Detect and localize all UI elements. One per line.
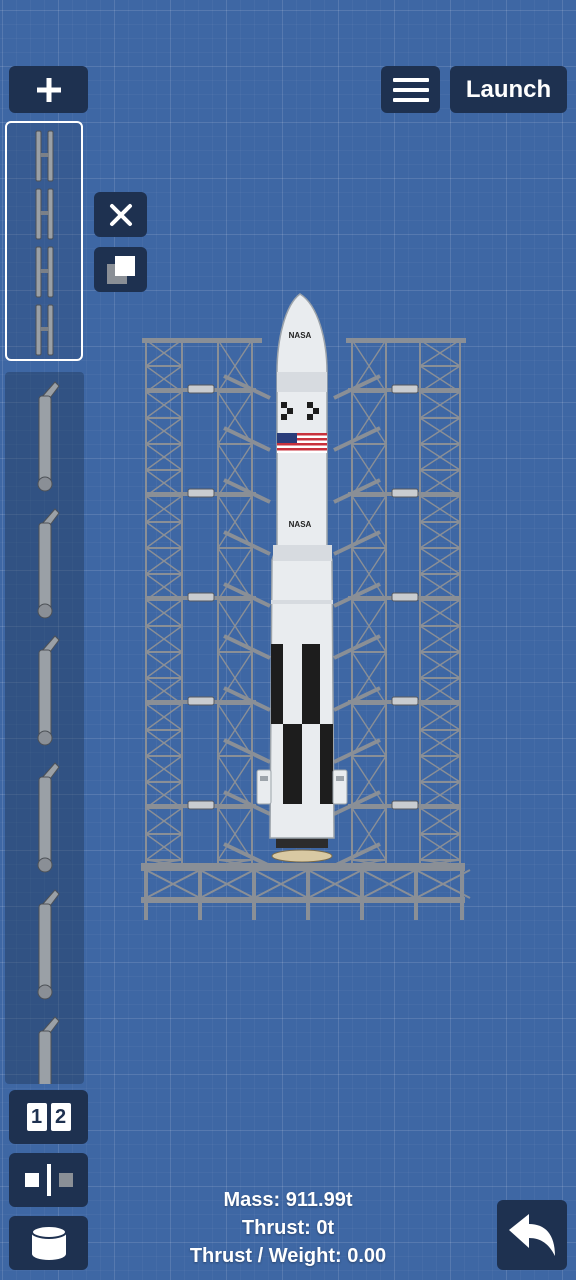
arm-shaft bbox=[38, 903, 52, 991]
tower-top-rail bbox=[346, 338, 466, 343]
plus-icon bbox=[36, 77, 61, 102]
thrust-weight-readout: Thrust / Weight: 0.00 bbox=[189, 1245, 387, 1267]
tower-swing-arm bbox=[223, 426, 271, 452]
symmetry-button[interactable] bbox=[9, 1153, 88, 1207]
tower-column bbox=[419, 339, 461, 866]
tower-segment-crossbar bbox=[40, 153, 49, 157]
tower-swing-arm bbox=[333, 478, 381, 504]
tower-arm-part-icon bbox=[37, 889, 60, 1000]
part-item[interactable] bbox=[29, 503, 63, 623]
tower-column bbox=[351, 339, 387, 866]
tower-arm-part-icon bbox=[38, 1016, 60, 1084]
rib-band bbox=[273, 545, 332, 561]
tower-swing-arm bbox=[333, 374, 381, 400]
tower-clamp bbox=[187, 488, 215, 498]
tower-swing-arm bbox=[223, 634, 271, 660]
add-part-button[interactable] bbox=[9, 66, 88, 113]
tower-arm-part-icon bbox=[37, 635, 60, 746]
hamburger-menu-icon bbox=[392, 77, 429, 102]
arm-shaft bbox=[38, 395, 52, 483]
thrust-readout: Thrust: 0t bbox=[241, 1217, 335, 1239]
tower-swing-arm bbox=[333, 426, 381, 452]
tower-swing-arm bbox=[223, 686, 271, 712]
tower-swing-arm bbox=[333, 530, 381, 556]
symmetry-icon bbox=[24, 1164, 73, 1196]
tower-column bbox=[217, 339, 253, 866]
stage-number-2: 2 bbox=[50, 1103, 71, 1131]
part-item[interactable] bbox=[29, 1011, 63, 1084]
arm-shaft bbox=[38, 522, 52, 610]
tower-column bbox=[145, 339, 183, 866]
undo-icon bbox=[509, 1214, 555, 1256]
tower-clamp bbox=[391, 800, 419, 810]
side-booster-left bbox=[256, 769, 272, 805]
tower-swing-arm bbox=[333, 686, 381, 712]
part-item[interactable] bbox=[29, 376, 63, 496]
tower-segment-crossbar bbox=[40, 327, 49, 331]
clone-part-button[interactable] bbox=[94, 247, 147, 292]
arm-shaft bbox=[38, 649, 52, 737]
tower-clamp bbox=[187, 696, 215, 706]
rib-band bbox=[277, 372, 327, 392]
craft-stats: Mass: 911.99t Thrust: 0t Thrust / Weight… bbox=[150, 1186, 426, 1270]
tower-clamp bbox=[391, 592, 419, 602]
tower-swing-arm bbox=[333, 634, 381, 660]
parts-list[interactable] bbox=[5, 372, 84, 1084]
side-booster-right bbox=[332, 769, 348, 805]
tower-clamp bbox=[187, 800, 215, 810]
stage-numbers-icon: 1 2 bbox=[26, 1103, 71, 1131]
tower-swing-arm bbox=[223, 738, 271, 764]
delete-part-button[interactable] bbox=[94, 192, 147, 237]
us-flag-decal bbox=[277, 433, 327, 453]
close-icon bbox=[109, 203, 132, 226]
launch-tower-segment-icon bbox=[35, 130, 54, 356]
part-item[interactable] bbox=[29, 884, 63, 1004]
clone-icon bbox=[106, 255, 135, 284]
engine-nozzle bbox=[271, 849, 333, 863]
tower-swing-arm bbox=[223, 530, 271, 556]
staging-button[interactable]: 1 2 bbox=[9, 1090, 88, 1144]
tower-top-rail bbox=[142, 338, 262, 343]
tower-swing-arm bbox=[223, 374, 271, 400]
tower-swing-arm bbox=[223, 478, 271, 504]
tower-segment-crossbar bbox=[40, 269, 49, 273]
tower-base bbox=[141, 863, 471, 920]
stage-number-1: 1 bbox=[26, 1103, 47, 1131]
rib-band bbox=[271, 600, 333, 604]
part-item[interactable] bbox=[29, 630, 63, 750]
undo-button[interactable] bbox=[497, 1200, 567, 1270]
tower-clamp bbox=[391, 488, 419, 498]
tower-arm-part-icon bbox=[37, 508, 60, 619]
arm-shaft bbox=[38, 1030, 52, 1084]
fuel-tank-icon bbox=[30, 1225, 67, 1260]
arm-hinge bbox=[37, 476, 53, 492]
part-item[interactable] bbox=[29, 757, 63, 877]
tower-clamp bbox=[391, 696, 419, 706]
nasa-decal-middle: NASA bbox=[289, 520, 312, 529]
mass-readout: Mass: 911.99t bbox=[223, 1189, 353, 1211]
arm-hinge bbox=[37, 984, 53, 1000]
tower-segment-crossbar bbox=[40, 211, 49, 215]
build-canvas[interactable]: NASA NASA bbox=[0, 0, 576, 1280]
arm-hinge bbox=[37, 730, 53, 746]
tower-clamp bbox=[187, 592, 215, 602]
tower-swing-arm bbox=[333, 738, 381, 764]
tower-clamp bbox=[187, 384, 215, 394]
tower-swing-arm bbox=[333, 582, 381, 608]
selected-part-slot[interactable] bbox=[5, 121, 83, 361]
fuel-button[interactable] bbox=[9, 1216, 88, 1270]
arm-hinge bbox=[37, 603, 53, 619]
launch-button[interactable]: Launch bbox=[450, 66, 567, 113]
tower-swing-arm bbox=[223, 582, 271, 608]
nasa-decal-top: NASA bbox=[289, 331, 312, 340]
tower-arm-part-icon bbox=[37, 381, 60, 492]
arm-shaft bbox=[38, 776, 52, 864]
tower-arm-part-icon bbox=[37, 762, 60, 873]
arm-hinge bbox=[37, 857, 53, 873]
menu-button[interactable] bbox=[381, 66, 440, 113]
rocket[interactable]: NASA NASA bbox=[256, 293, 348, 863]
launch-button-label: Launch bbox=[465, 75, 552, 103]
tower-clamp bbox=[391, 384, 419, 394]
